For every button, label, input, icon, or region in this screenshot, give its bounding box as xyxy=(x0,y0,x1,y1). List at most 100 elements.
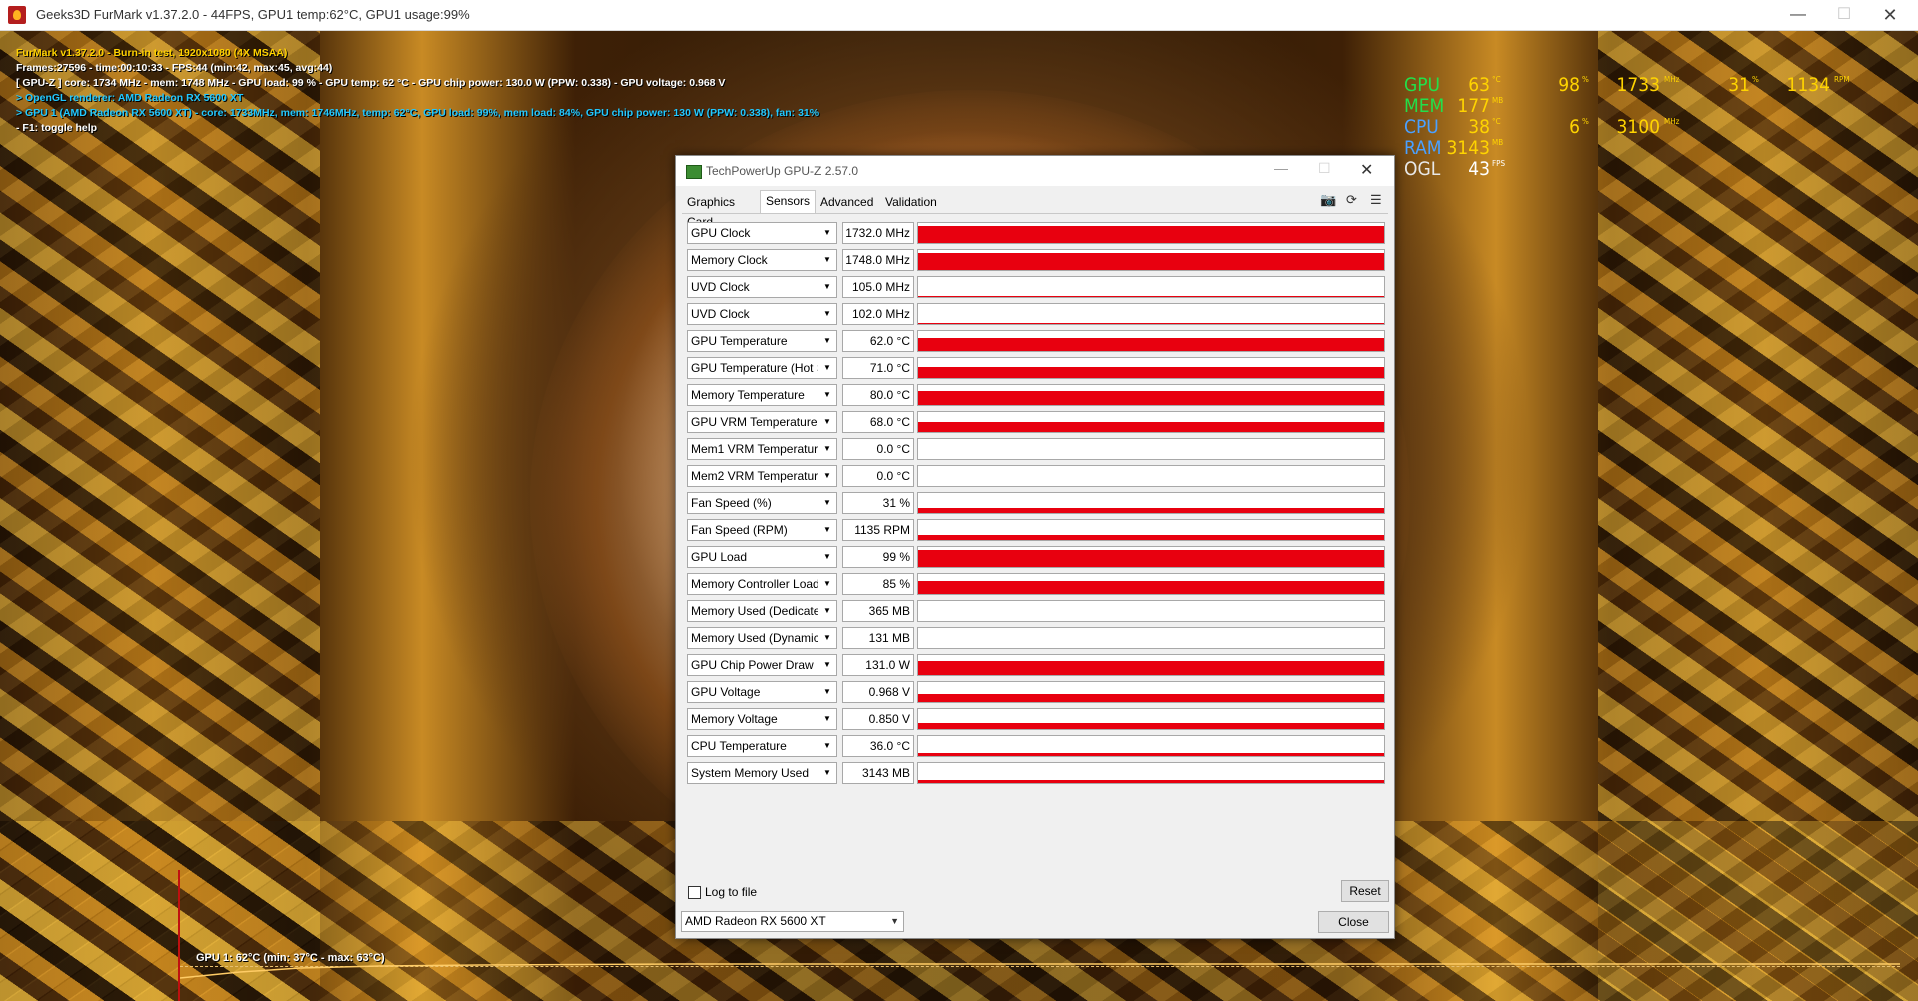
sensor-name-select[interactable]: Fan Speed (%) ▼ xyxy=(687,492,837,514)
sensor-name-select[interactable]: CPU Temperature ▼ xyxy=(687,735,837,757)
log-to-file-box[interactable] xyxy=(688,886,701,899)
temp-graph-label: GPU 1: 62°C (min: 37°C - max: 63°C) xyxy=(196,952,385,964)
sensor-graph-bar xyxy=(918,323,1384,324)
sensor-name-select[interactable]: Memory Used (Dynamic) ▼ xyxy=(687,627,837,649)
gpuz-minimize-button[interactable]: — xyxy=(1274,160,1288,176)
gpuz-app-icon xyxy=(686,165,702,179)
menu-icon[interactable]: ☰ xyxy=(1370,192,1382,208)
sensor-graph xyxy=(917,519,1385,541)
chevron-down-icon[interactable]: ▼ xyxy=(818,601,836,621)
chevron-down-icon[interactable]: ▼ xyxy=(818,736,836,756)
sensor-row: GPU Clock ▼ 1732.0 MHz xyxy=(687,222,1387,244)
chevron-down-icon: ▼ xyxy=(890,916,899,926)
sensor-graph-bar xyxy=(918,661,1384,675)
tab-sensors[interactable]: Sensors xyxy=(760,190,817,213)
sensor-value: 131 MB xyxy=(842,627,914,649)
sensor-name-select[interactable]: GPU Temperature (Hot Spot) ▼ xyxy=(687,357,837,379)
sensor-name-select[interactable]: Memory Temperature ▼ xyxy=(687,384,837,406)
sensor-name-select[interactable]: Mem2 VRM Temperature ▼ xyxy=(687,465,837,487)
sensor-name-select[interactable]: GPU Clock ▼ xyxy=(687,222,837,244)
reset-button[interactable]: Reset xyxy=(1341,880,1389,902)
osd-ram-value: 3143 xyxy=(1446,137,1491,159)
chevron-down-icon[interactable]: ▼ xyxy=(818,493,836,513)
gpuz-maximize-button[interactable]: ☐ xyxy=(1318,160,1331,177)
sensor-row: GPU Voltage ▼ 0.968 V xyxy=(687,681,1387,703)
sensor-name: Memory Used (Dynamic) xyxy=(691,631,824,645)
sensor-graph-bar xyxy=(918,391,1384,405)
chevron-down-icon[interactable]: ▼ xyxy=(818,520,836,540)
sensor-name-select[interactable]: Mem1 VRM Temperature ▼ xyxy=(687,438,837,460)
sensor-name-select[interactable]: GPU Temperature ▼ xyxy=(687,330,837,352)
sensor-row: Mem2 VRM Temperature ▼ 0.0 °C xyxy=(687,465,1387,487)
tab-advanced[interactable]: Advanced xyxy=(815,192,878,212)
refresh-icon[interactable]: ⟳ xyxy=(1346,192,1357,208)
maximize-button[interactable]: ☐ xyxy=(1821,0,1867,30)
chevron-down-icon[interactable]: ▼ xyxy=(818,331,836,351)
osd-gpu-usage-unit: % xyxy=(1582,75,1589,84)
close-button[interactable]: ✕ xyxy=(1867,0,1913,30)
sensor-name-select[interactable]: GPU Chip Power Draw ▼ xyxy=(687,654,837,676)
sensor-name-select[interactable]: GPU VRM Temperature ▼ xyxy=(687,411,837,433)
tab-validation[interactable]: Validation xyxy=(880,192,942,212)
sensor-graph-bar xyxy=(918,723,1384,729)
osd-ogl-label: OGL xyxy=(1404,158,1441,180)
sensor-graph xyxy=(917,600,1385,622)
sensor-name: Memory Voltage xyxy=(691,712,778,726)
sensor-name: Memory Used (Dedicated) xyxy=(691,604,832,618)
gpuz-window: TechPowerUp GPU-Z 2.57.0 — ☐ ✕ Graphics … xyxy=(675,155,1395,939)
sensor-name-select[interactable]: GPU Load ▼ xyxy=(687,546,837,568)
sensor-row: UVD Clock ▼ 105.0 MHz xyxy=(687,276,1387,298)
sensor-graph-bar xyxy=(918,253,1384,270)
sensor-name: UVD Clock xyxy=(691,307,750,321)
sensor-name-select[interactable]: Memory Controller Load ▼ xyxy=(687,573,837,595)
furmark-app-icon xyxy=(8,6,26,24)
chevron-down-icon[interactable]: ▼ xyxy=(818,277,836,297)
chevron-down-icon[interactable]: ▼ xyxy=(818,547,836,567)
chevron-down-icon[interactable]: ▼ xyxy=(818,385,836,405)
osd-ogl-unit: FPS xyxy=(1492,159,1506,168)
osd-gpu-temp-unit: °C xyxy=(1492,75,1501,84)
chevron-down-icon[interactable]: ▼ xyxy=(818,304,836,324)
chevron-down-icon[interactable]: ▼ xyxy=(818,763,836,783)
sensor-row: Memory Controller Load ▼ 85 % xyxy=(687,573,1387,595)
close-button[interactable]: Close xyxy=(1318,911,1389,933)
device-select[interactable]: AMD Radeon RX 5600 XT ▼ xyxy=(681,911,904,932)
sensor-name-select[interactable]: Memory Clock ▼ xyxy=(687,249,837,271)
sensor-row: Fan Speed (%) ▼ 31 % xyxy=(687,492,1387,514)
sensor-name: GPU Temperature (Hot Spot) xyxy=(691,361,837,375)
chevron-down-icon[interactable]: ▼ xyxy=(818,709,836,729)
gpuz-close-icon[interactable]: ✕ xyxy=(1360,160,1373,180)
osd-cpu-temp: 38 xyxy=(1468,116,1490,138)
sensor-name: GPU Clock xyxy=(691,226,751,240)
sensor-name-select[interactable]: System Memory Used ▼ xyxy=(687,762,837,784)
sensor-name-select[interactable]: GPU Voltage ▼ xyxy=(687,681,837,703)
sensor-value: 85 % xyxy=(842,573,914,595)
chevron-down-icon[interactable]: ▼ xyxy=(818,466,836,486)
chevron-down-icon[interactable]: ▼ xyxy=(818,223,836,243)
sensor-value: 36.0 °C xyxy=(842,735,914,757)
sensor-name-select[interactable]: Fan Speed (RPM) ▼ xyxy=(687,519,837,541)
tab-graphics-card[interactable]: Graphics Card xyxy=(682,192,740,229)
sensor-graph xyxy=(917,357,1385,379)
osd-cpu-usage: 6 xyxy=(1569,116,1580,138)
chevron-down-icon[interactable]: ▼ xyxy=(818,250,836,270)
sensor-graph xyxy=(917,438,1385,460)
chevron-down-icon[interactable]: ▼ xyxy=(818,574,836,594)
osd-gpu-usage: 98 xyxy=(1558,74,1580,96)
sensor-name-select[interactable]: UVD Clock ▼ xyxy=(687,303,837,325)
chevron-down-icon[interactable]: ▼ xyxy=(818,655,836,675)
chevron-down-icon[interactable]: ▼ xyxy=(818,358,836,378)
minimize-button[interactable]: — xyxy=(1775,0,1821,30)
chevron-down-icon[interactable]: ▼ xyxy=(818,628,836,648)
chevron-down-icon[interactable]: ▼ xyxy=(818,439,836,459)
sensor-name-select[interactable]: UVD Clock ▼ xyxy=(687,276,837,298)
sensor-row: Memory Temperature ▼ 80.0 °C xyxy=(687,384,1387,406)
camera-icon[interactable]: 📷 xyxy=(1320,192,1336,208)
sensor-name: UVD Clock xyxy=(691,280,750,294)
sensor-graph-bar xyxy=(918,780,1384,783)
chevron-down-icon[interactable]: ▼ xyxy=(818,682,836,702)
sensor-name-select[interactable]: Memory Voltage ▼ xyxy=(687,708,837,730)
sensor-name-select[interactable]: Memory Used (Dedicated) ▼ xyxy=(687,600,837,622)
sensor-graph xyxy=(917,627,1385,649)
chevron-down-icon[interactable]: ▼ xyxy=(818,412,836,432)
